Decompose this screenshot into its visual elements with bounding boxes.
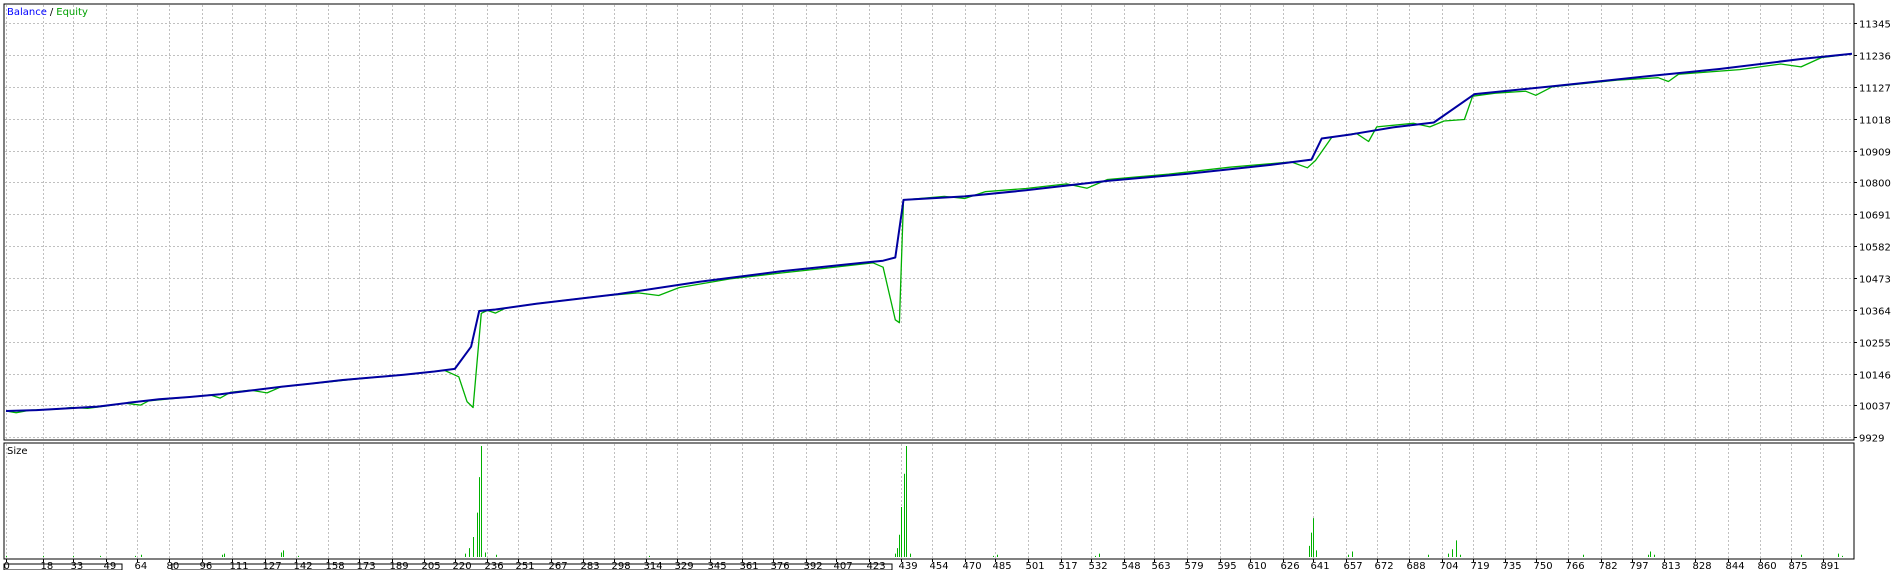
x-tick-label: 813 (1662, 561, 1681, 570)
x-tick-label: 423 (867, 561, 886, 570)
x-tick-label: 782 (1599, 561, 1618, 570)
x-tick-label: 314 (644, 561, 663, 570)
x-tick-label: 18 (41, 561, 54, 570)
y-tick-label: 10146 (1859, 371, 1891, 382)
x-tick-label: 127 (263, 561, 282, 570)
y-tick-label: 10691 (1859, 211, 1891, 222)
x-tick-label: 158 (326, 561, 345, 570)
x-tick-label: 470 (963, 561, 982, 570)
x-tick-label: 220 (453, 561, 472, 570)
x-tick-label: 439 (899, 561, 918, 570)
x-tick-label: 96 (200, 561, 213, 570)
y-tick-label: 10037 (1859, 402, 1891, 413)
x-tick-label: 454 (930, 561, 949, 570)
x-tick-label: 657 (1344, 561, 1363, 570)
x-tick-label: 361 (740, 561, 759, 570)
y-tick-label: 10909 (1859, 148, 1891, 159)
x-tick-label: 672 (1375, 561, 1394, 570)
x-tick-label: 548 (1122, 561, 1141, 570)
x-tick-label: 142 (294, 561, 313, 570)
x-tick-label: 236 (485, 561, 504, 570)
x-tick-label: 626 (1281, 561, 1300, 570)
legend-equity: Equity (56, 7, 88, 18)
x-tick-label: 797 (1630, 561, 1649, 570)
x-tick-label: 189 (390, 561, 409, 570)
x-tick-label: 345 (708, 561, 727, 570)
x-tick-label: 563 (1152, 561, 1171, 570)
x-tick-label: 844 (1726, 561, 1745, 570)
x-tick-label: 595 (1218, 561, 1237, 570)
chart-svg: 9929 10037 10146 10255 10364 10473 10582 10691 1… (0, 0, 1894, 572)
x-tick-label: 532 (1089, 561, 1108, 570)
y-tick-label: 10473 (1859, 275, 1891, 286)
x-tick-label: 173 (357, 561, 376, 570)
x-tick-label: 64 (135, 561, 148, 570)
x-tick-label: 407 (834, 561, 853, 570)
y-tick-label: 10255 (1859, 339, 1891, 350)
x-tick-label: 641 (1311, 561, 1330, 570)
x-tick-label: 283 (581, 561, 600, 570)
chart-root: 9929 10037 10146 10255 10364 10473 10582 10691 1… (0, 0, 1894, 572)
y-tick-label: 11127 (1859, 84, 1891, 95)
y-tick-label: 10800 (1859, 179, 1891, 190)
x-tick-label: 501 (1026, 561, 1045, 570)
y-tick-label: 10364 (1859, 307, 1891, 318)
x-tick-label: 719 (1471, 561, 1490, 570)
x-tick-label: 735 (1503, 561, 1522, 570)
x-tick-label: 688 (1407, 561, 1426, 570)
x-tick-label: 485 (993, 561, 1012, 570)
x-tick-label: 205 (422, 561, 441, 570)
legend-balance: Balance (7, 7, 47, 18)
y-tick-label: 11236 (1859, 52, 1891, 63)
x-tick-label: 891 (1821, 561, 1840, 570)
y-tick-label: 9929 (1859, 434, 1884, 445)
x-tick-label: 329 (675, 561, 694, 570)
y-tick-label: 11018 (1859, 116, 1891, 127)
y-tick-label: 10582 (1859, 243, 1891, 254)
x-tick-label: 33 (71, 561, 84, 570)
x-tick-label: 579 (1185, 561, 1204, 570)
x-tick-label: 49 (104, 561, 117, 570)
y-tick-label: 11345 (1859, 20, 1891, 31)
size-panel-label: Size (7, 446, 28, 457)
x-tick-label: 298 (612, 561, 631, 570)
x-tick-label: 750 (1534, 561, 1553, 570)
x-tick-label: 875 (1789, 561, 1808, 570)
x-tick-label: 860 (1758, 561, 1777, 570)
chart-background (0, 0, 1894, 570)
x-tick-label: 766 (1566, 561, 1585, 570)
x-tick-label: 704 (1440, 561, 1459, 570)
x-tick-label: 80 (167, 561, 180, 570)
x-tick-label: 610 (1248, 561, 1267, 570)
x-tick-label: 111 (230, 561, 249, 570)
x-tick-label: 267 (549, 561, 568, 570)
x-tick-label: 392 (804, 561, 823, 570)
x-tick-label: 376 (771, 561, 790, 570)
x-tick-label: 517 (1059, 561, 1078, 570)
x-tick-label: 828 (1693, 561, 1712, 570)
x-tick-label: 251 (516, 561, 535, 570)
